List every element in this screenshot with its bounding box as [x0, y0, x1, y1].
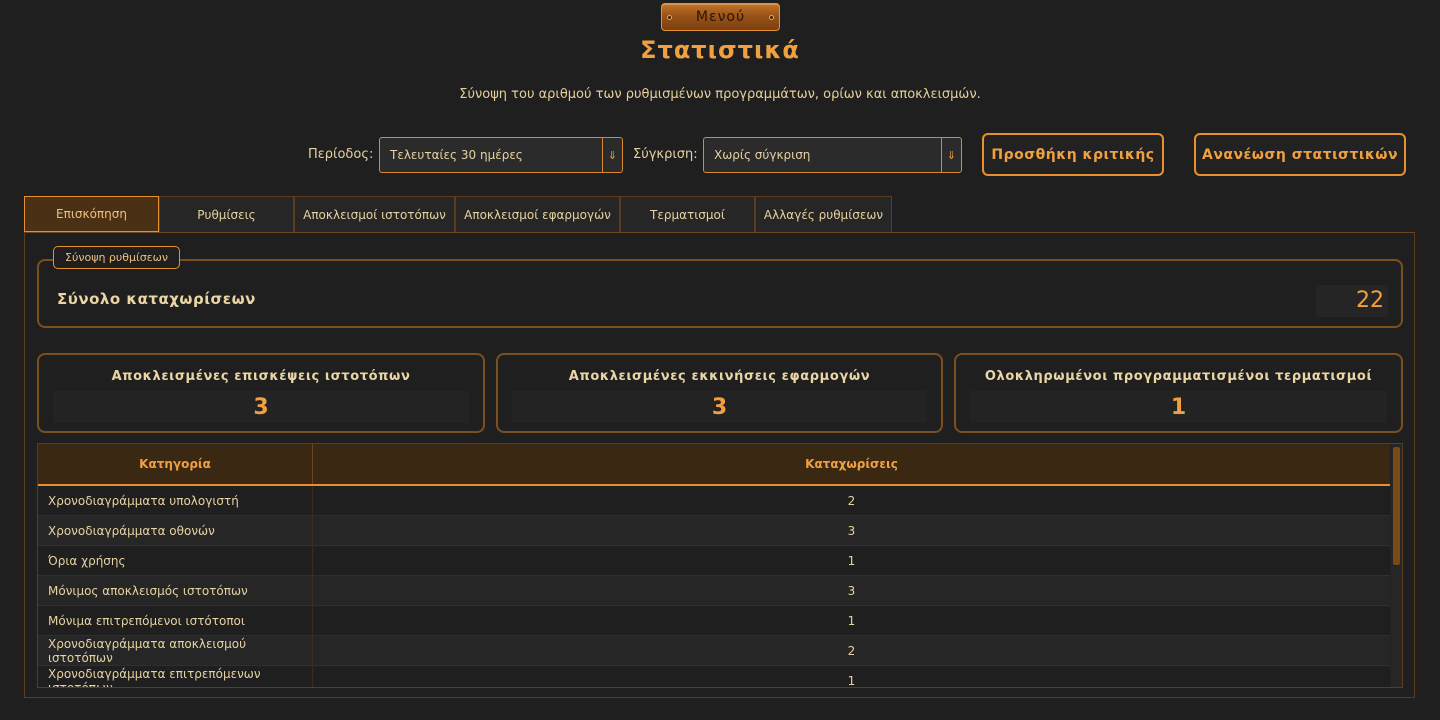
tab-site-blocks[interactable]: Αποκλεισμοί ιστοτόπων	[294, 196, 455, 232]
category-table: Κατηγορία Καταχωρίσεις Χρονοδιαγράμματα …	[37, 443, 1403, 688]
stat-card-value: 3	[53, 391, 469, 423]
compare-label: Σύγκριση:	[633, 147, 698, 162]
rivet-icon	[667, 15, 672, 20]
table-cell-category: Όρια χρήσης	[38, 546, 313, 575]
period-label: Περίοδος:	[308, 147, 374, 162]
stat-card-value: 3	[512, 391, 927, 423]
page-title: Στατιστικά	[640, 36, 800, 64]
compare-select-value: Χωρίς σύγκριση	[714, 148, 811, 162]
stat-card-shutdowns: Ολοκληρωμένοι προγραμματισμένοι τερματισ…	[954, 353, 1403, 433]
chevron-down-icon[interactable]: ⇓	[941, 138, 961, 172]
tab-shutdowns[interactable]: Τερματισμοί	[620, 196, 755, 232]
period-select-value: Τελευταίες 30 ημέρες	[390, 148, 523, 162]
tab-setting-changes[interactable]: Αλλαγές ρυθμίσεων	[755, 196, 892, 232]
table-cell-entries: 3	[847, 523, 856, 538]
table-row[interactable]: Χρονοδιαγράμματα οθονών 3	[38, 516, 1390, 546]
table-cell-entries: 1	[847, 613, 856, 628]
stat-card-site-visits: Αποκλεισμένες επισκέψεις ιστοτόπων 3	[37, 353, 485, 433]
stat-card-title: Αποκλεισμένες εκκινήσεις εφαρμογών	[568, 369, 871, 384]
table-cell-category: Χρονοδιαγράμματα υπολογιστή	[38, 486, 313, 515]
stat-card-title: Ολοκληρωμένοι προγραμματισμένοι τερματισ…	[984, 369, 1373, 384]
tab-app-blocks[interactable]: Αποκλεισμοί εφαρμογών	[455, 196, 620, 232]
tab-overview[interactable]: Επισκόπηση	[24, 196, 159, 232]
table-row[interactable]: Όρια χρήσης 1	[38, 546, 1390, 576]
summary-legend: Σύνοψη ρυθμίσεων	[53, 246, 180, 269]
table-body: Χρονοδιαγράμματα υπολογιστή 2 Χρονοδιαγρ…	[38, 486, 1390, 688]
column-header-entries[interactable]: Καταχωρίσεις	[313, 444, 1390, 484]
page-subtitle: Σύνοψη του αριθμού των ρυθμισμένων προγρ…	[459, 87, 981, 102]
table-cell-entries: 1	[847, 673, 856, 688]
table-header: Κατηγορία Καταχωρίσεις	[38, 444, 1390, 486]
table-cell-category: Χρονοδιαγράμματα επιτρεπόμενων ιστοτόπων	[38, 666, 313, 687]
stat-card-value: 1	[970, 391, 1387, 423]
table-cell-category: Μόνιμος αποκλεισμός ιστοτόπων	[38, 576, 313, 605]
column-header-category[interactable]: Κατηγορία	[38, 444, 313, 484]
period-select[interactable]: Τελευταίες 30 ημέρες ⇓	[379, 137, 623, 173]
table-row[interactable]: Μόνιμα επιτρεπόμενοι ιστότοποι 1	[38, 606, 1390, 636]
table-row[interactable]: Χρονοδιαγράμματα υπολογιστή 2	[38, 486, 1390, 516]
table-row[interactable]: Χρονοδιαγράμματα αποκλεισμού ιστοτόπων 2	[38, 636, 1390, 666]
table-cell-category: Μόνιμα επιτρεπόμενοι ιστότοποι	[38, 606, 313, 635]
refresh-stats-button[interactable]: Ανανέωση στατιστικών	[1194, 133, 1406, 176]
stat-card-title: Αποκλεισμένες επισκέψεις ιστοτόπων	[111, 369, 411, 384]
compare-select[interactable]: Χωρίς σύγκριση ⇓	[703, 137, 962, 173]
tab-settings[interactable]: Ρυθμίσεις	[159, 196, 294, 232]
table-cell-entries: 1	[847, 553, 856, 568]
table-scrollbar-thumb[interactable]	[1393, 447, 1400, 565]
add-review-button[interactable]: Προσθήκη κριτικής	[982, 133, 1164, 176]
table-row[interactable]: Μόνιμος αποκλεισμός ιστοτόπων 3	[38, 576, 1390, 606]
tab-bar: Επισκόπηση Ρυθμίσεις Αποκλεισμοί ιστοτόπ…	[24, 196, 892, 232]
table-row[interactable]: Χρονοδιαγράμματα επιτρεπόμενων ιστοτόπων…	[38, 666, 1390, 688]
stat-card-app-launches: Αποκλεισμένες εκκινήσεις εφαρμογών 3	[496, 353, 943, 433]
menu-button[interactable]: Μενού	[661, 3, 780, 31]
rivet-icon	[769, 15, 774, 20]
table-cell-entries: 2	[847, 643, 856, 658]
table-cell-entries: 2	[847, 493, 856, 508]
table-cell-category: Χρονοδιαγράμματα οθονών	[38, 516, 313, 545]
table-cell-category: Χρονοδιαγράμματα αποκλεισμού ιστοτόπων	[38, 636, 313, 665]
total-entries-value: 22	[1316, 285, 1388, 317]
total-entries-label: Σύνολο καταχωρίσεων	[57, 290, 256, 308]
table-cell-entries: 3	[847, 583, 856, 598]
chevron-down-icon[interactable]: ⇓	[602, 138, 622, 172]
menu-button-label: Μενού	[695, 9, 746, 25]
